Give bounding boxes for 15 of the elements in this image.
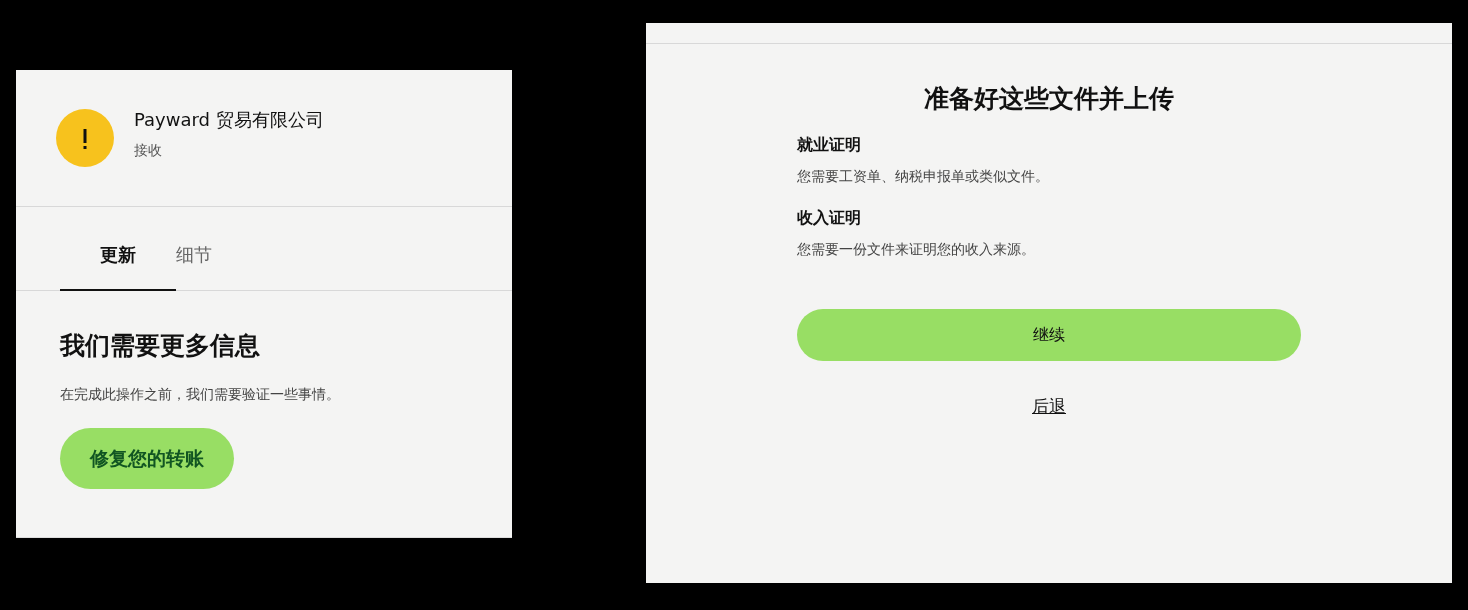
company-name: Payward 贸易有限公司 bbox=[134, 108, 324, 132]
continue-button[interactable]: 继续 bbox=[797, 309, 1301, 361]
section-heading: 我们需要更多信息 bbox=[60, 330, 260, 362]
requirement-title: 收入证明 bbox=[797, 208, 862, 229]
requirement-description: 您需要工资单、纳税申报单或类似文件。 bbox=[797, 168, 1050, 186]
transfer-direction: 接收 bbox=[134, 142, 163, 160]
warning-icon bbox=[56, 109, 114, 167]
info-message: 在完成此操作之前，我们需要验证一些事情。 bbox=[60, 386, 340, 404]
requirement-title: 就业证明 bbox=[797, 135, 862, 156]
requirement-description: 您需要一份文件来证明您的收入来源。 bbox=[797, 241, 1036, 259]
fix-transfer-button[interactable]: 修复您的转账 bbox=[60, 428, 234, 489]
tab[interactable]: 更新 bbox=[60, 243, 176, 291]
tab[interactable]: 细节 bbox=[176, 243, 256, 291]
page-title: 准备好这些文件并上传 bbox=[923, 83, 1175, 115]
back-link[interactable]: 后退 bbox=[1032, 395, 1066, 418]
